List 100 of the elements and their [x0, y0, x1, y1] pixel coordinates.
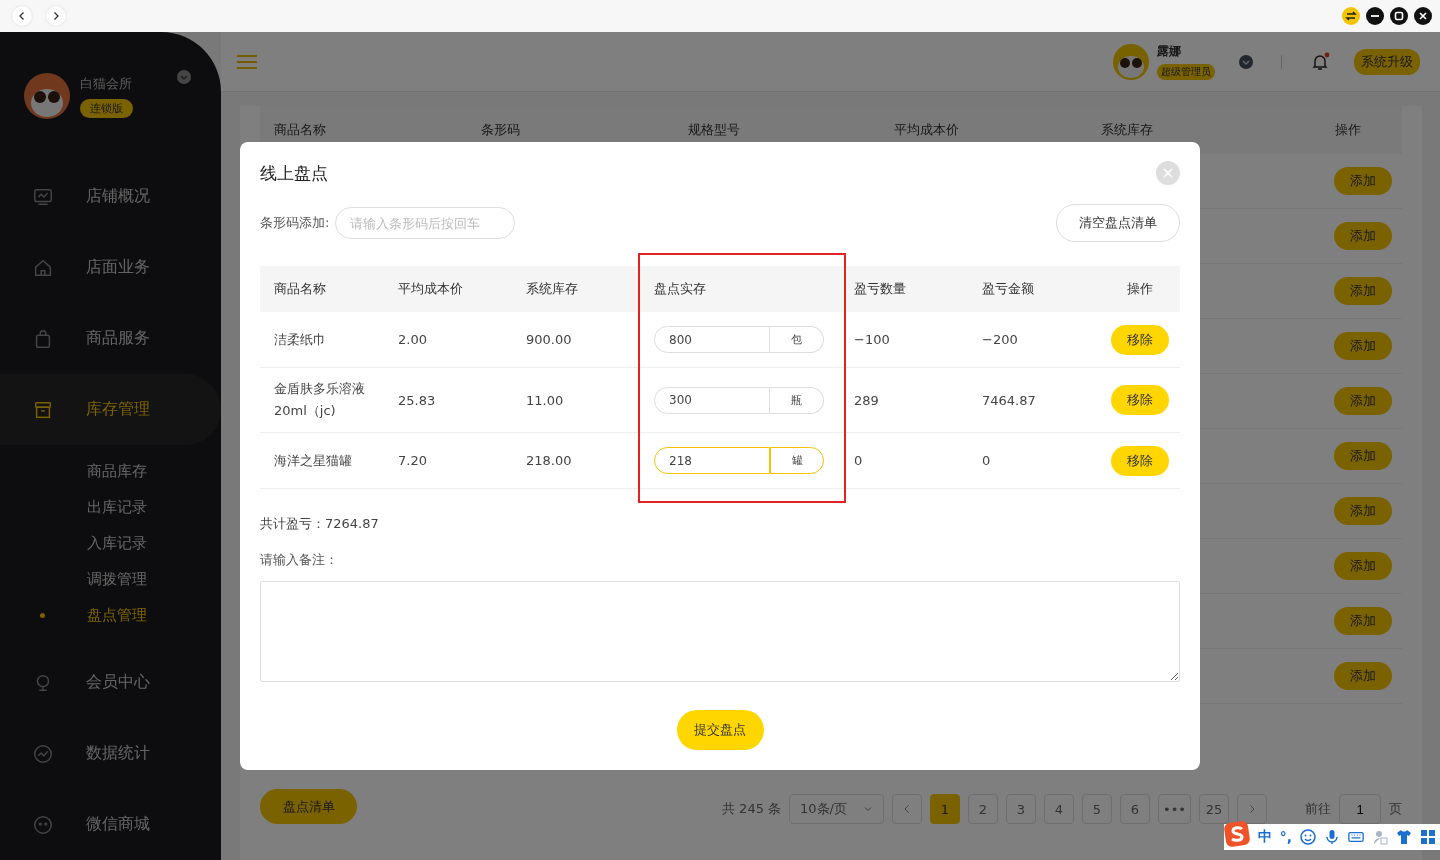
column-header: 商品名称 — [273, 280, 327, 298]
page-button[interactable]: 4 — [1044, 794, 1074, 824]
nav-icon — [32, 813, 54, 836]
remove-button[interactable]: 移除 — [1111, 385, 1169, 415]
nav-item[interactable]: 店铺概况 — [0, 161, 221, 232]
column-header: 条形码 — [480, 121, 521, 139]
ime-mode[interactable]: 中 — [1257, 828, 1272, 846]
swap-icon[interactable] — [1342, 7, 1360, 25]
add-button[interactable]: 添加 — [1334, 442, 1392, 470]
unit-button[interactable]: 瓶 — [770, 386, 824, 414]
table-cell-text: 218.00 — [525, 453, 573, 468]
submit-button[interactable]: 提交盘点 — [676, 710, 764, 750]
active-dot-icon — [40, 613, 45, 618]
table-cell-text: 金盾肤多乐溶液20ml（jc) — [273, 380, 366, 420]
close-icon[interactable] — [1414, 7, 1432, 25]
remove-button[interactable]: 移除 — [1111, 445, 1169, 476]
caret-icon — [863, 804, 873, 814]
page-button[interactable]: 6 — [1120, 794, 1150, 824]
total-count: 共 245 条 — [722, 800, 782, 818]
table-cell-text: 7464.87 — [981, 392, 1037, 408]
add-button[interactable]: 添加 — [1334, 607, 1392, 635]
back-button[interactable] — [12, 6, 32, 26]
shirt-icon[interactable] — [1396, 829, 1412, 845]
add-button[interactable]: 添加 — [1334, 387, 1392, 415]
nav-subitem[interactable]: 调拨管理 — [0, 561, 221, 597]
clear-list-button[interactable]: 清空盘点清单 — [1056, 204, 1180, 242]
table-cell-text: 7.20 — [397, 453, 428, 468]
add-button[interactable]: 添加 — [1334, 662, 1392, 690]
table-cell-text: −100 — [853, 332, 891, 347]
goto-label: 前往 — [1305, 800, 1331, 818]
add-button[interactable]: 添加 — [1334, 497, 1392, 525]
count-field[interactable]: 218 — [654, 447, 770, 474]
total-summary: 共计盈亏：7264.87 — [260, 515, 379, 533]
upgrade-button[interactable]: 系统升级 — [1354, 48, 1420, 75]
remark-field[interactable] — [260, 581, 1180, 682]
nav-subitem[interactable]: 入库记录 — [0, 525, 221, 561]
column-header: 操作 — [1334, 121, 1362, 139]
nav-item[interactable]: 库存管理 — [0, 374, 221, 445]
ime-logo-icon[interactable] — [1223, 821, 1250, 847]
page-button[interactable]: 1 — [930, 794, 960, 824]
edition-badge: 连锁版 — [80, 98, 133, 118]
bell-icon[interactable] — [1310, 51, 1330, 72]
barcode-field[interactable]: 请输入条形码后按回车 — [335, 207, 516, 239]
count-field[interactable]: 300 — [654, 386, 770, 414]
column-header: 盈亏金额 — [981, 280, 1035, 298]
nav-icon — [32, 742, 54, 765]
goto-suffix: 页 — [1389, 800, 1402, 818]
add-button[interactable]: 添加 — [1334, 167, 1392, 195]
column-header: 商品名称 — [274, 121, 327, 139]
page-button[interactable]: ••• — [1158, 794, 1191, 824]
add-button[interactable]: 添加 — [1334, 552, 1392, 580]
table-cell-text: 2.00 — [397, 332, 428, 347]
chevron-right-icon — [1247, 804, 1257, 814]
unit-button[interactable]: 包 — [770, 326, 824, 353]
column-header: 盈亏数量 — [853, 280, 907, 298]
chevron-left-icon — [17, 11, 27, 21]
list-button[interactable]: 盘点清单 — [260, 789, 357, 824]
count-field[interactable]: 800 — [654, 326, 770, 353]
page-button[interactable]: 2 — [968, 794, 998, 824]
grid-icon[interactable] — [1420, 829, 1436, 845]
forward-button[interactable] — [46, 6, 66, 26]
nav-item[interactable]: 会员中心 — [0, 647, 221, 718]
nav-subitem[interactable]: 出库记录 — [0, 489, 221, 525]
unit-button[interactable]: 罐 — [770, 447, 824, 474]
page-size-select[interactable]: 10条/页 — [789, 794, 884, 824]
nav-subitem[interactable]: 商品库存 — [0, 453, 221, 489]
add-button[interactable]: 添加 — [1334, 332, 1392, 360]
remove-button[interactable]: 移除 — [1111, 324, 1169, 355]
table-cell-text: 海洋之星猫罐 — [273, 451, 353, 470]
add-button[interactable]: 添加 — [1334, 277, 1392, 305]
page-button[interactable]: 3 — [1006, 794, 1036, 824]
keyboard-icon[interactable] — [1348, 829, 1364, 845]
microphone-icon[interactable] — [1324, 829, 1340, 845]
smiley-icon[interactable] — [1300, 829, 1316, 845]
store-name: 白猫会所 — [80, 74, 132, 93]
maximize-icon[interactable] — [1390, 7, 1408, 25]
nav-subitem[interactable]: 盘点管理 — [0, 597, 221, 633]
page-button[interactable]: 5 — [1082, 794, 1112, 824]
table-cell-text: 289 — [853, 392, 880, 408]
column-header: 平均成本价 — [397, 280, 464, 298]
avatar-icon — [1113, 43, 1149, 80]
avatar-icon — [24, 73, 70, 119]
nav-item[interactable]: 微信商城 — [0, 789, 221, 860]
dropdown-icon[interactable] — [1239, 54, 1253, 69]
nav-item[interactable]: 商品服务 — [0, 303, 221, 374]
column-header: 规格型号 — [687, 121, 741, 139]
goto-field[interactable]: 1 — [1339, 794, 1381, 824]
nav-item[interactable]: 数据统计 — [0, 718, 221, 789]
add-button[interactable]: 添加 — [1334, 222, 1392, 250]
table-cell-text: 洁柔纸巾 — [273, 330, 327, 349]
page-button[interactable]: 25 — [1199, 794, 1229, 824]
table-cell-text: 0 — [853, 453, 864, 468]
minimize-icon[interactable] — [1366, 7, 1384, 25]
table-cell-text: 0 — [981, 453, 992, 468]
table-cell-text: 25.83 — [397, 392, 437, 408]
barcode-label: 条形码添加: — [260, 214, 330, 232]
nav-item[interactable]: 店面业务 — [0, 232, 221, 303]
dialog-title: 线上盘点 — [260, 161, 328, 185]
column-header: 系统库存 — [1101, 121, 1155, 139]
ime-punctuation[interactable]: °, — [1279, 829, 1292, 845]
